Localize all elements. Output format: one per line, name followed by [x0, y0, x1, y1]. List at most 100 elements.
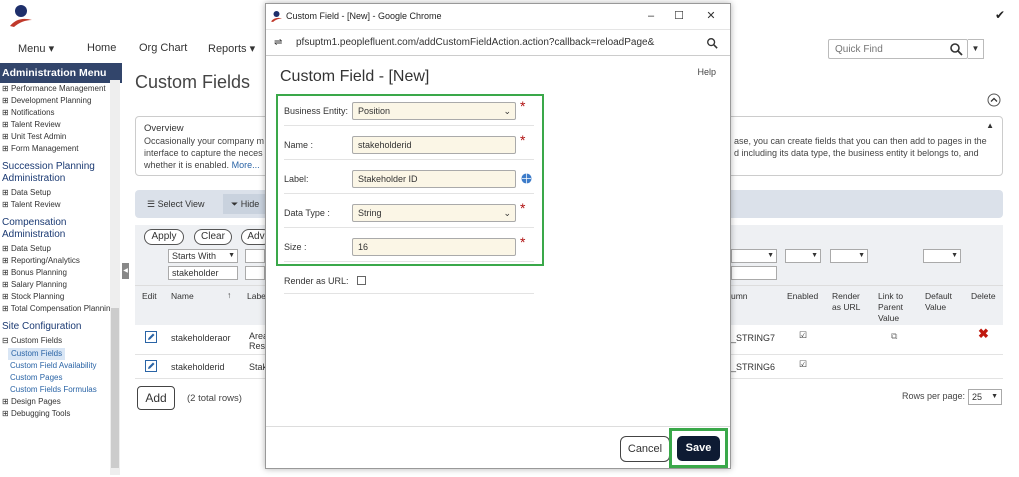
required-marker: * [520, 234, 526, 250]
sidebar-item[interactable]: ⊞ Debugging Tools [0, 408, 122, 420]
enabled-filter-select[interactable]: ▼ [785, 249, 821, 263]
sidebar-collapse-handle[interactable]: ◀ [122, 263, 129, 279]
overview-line-2: interface to capture the neces [144, 148, 263, 158]
maximize-icon[interactable]: ☐ [672, 9, 686, 23]
nav-home[interactable]: Home [87, 42, 116, 54]
nav-reports[interactable]: Reports ▾ [208, 42, 255, 55]
app-logo-icon [271, 11, 282, 22]
business-entity-select[interactable]: Position ⌄ [352, 102, 516, 120]
render-as-url-checkbox[interactable] [357, 276, 366, 285]
column-filter-input[interactable] [731, 266, 777, 280]
sidebar-item[interactable]: ⊞ Development Planning [0, 95, 122, 107]
overview-title: Overview [144, 123, 184, 134]
data-type-select[interactable]: String ⌄ [352, 204, 516, 222]
sidebar-item-label: Total Compensation Planning [10, 304, 115, 313]
label-input[interactable]: Stakeholder ID [352, 170, 516, 188]
sidebar-item[interactable]: ⊞ Unit Test Admin [0, 131, 122, 143]
translate-globe-icon[interactable] [521, 173, 532, 184]
sidebar-item[interactable]: ⊞ Reporting/Analytics [0, 255, 122, 267]
col-name[interactable]: Name [171, 291, 194, 302]
delete-icon[interactable]: ✖ [978, 327, 989, 340]
edit-icon[interactable] [145, 360, 157, 372]
apply-button[interactable]: Apply [144, 229, 184, 245]
filter-mode-select[interactable]: Starts With ▼ [168, 249, 238, 263]
filter-mode-value: Starts With [172, 251, 217, 261]
col-default-value: Default Value [925, 291, 952, 312]
rows-per-page-select[interactable]: 25 ▼ [968, 389, 1002, 405]
sidebar-item[interactable]: ⊞ Form Management [0, 143, 122, 155]
nav-org-chart[interactable]: Org Chart [139, 42, 187, 54]
quick-find-input[interactable] [829, 40, 939, 58]
search-icon[interactable] [949, 42, 963, 56]
sidebar-item[interactable]: ⊞ Talent Review [0, 199, 122, 211]
sidebar-scroll-thumb[interactable] [111, 308, 119, 468]
sidebar-item[interactable]: ⊞ Performance Management [0, 83, 122, 95]
edit-icon[interactable] [145, 331, 157, 343]
help-link[interactable]: Help [697, 67, 716, 77]
popup-window-title: Custom Field - [New] - Google Chrome [286, 11, 442, 21]
sidebar-item-label: Talent Review [10, 120, 61, 129]
minimize-icon[interactable]: – [644, 9, 658, 23]
chevron-down-icon: ⌄ [503, 208, 511, 218]
row-name: stakeholderaor [171, 333, 231, 343]
sidebar-item-label: Data Setup [10, 244, 51, 253]
chevron-down-icon: ▼ [858, 252, 865, 259]
popup-url[interactable]: pfsuptm1.peoplefluent.com/addCustomField… [296, 37, 654, 48]
sidebar-subitem[interactable]: Custom Fields Formulas [0, 384, 122, 396]
data-type-row: Data Type : String ⌄ * [284, 200, 534, 228]
zoom-icon[interactable] [706, 37, 718, 49]
render-url-filter-select[interactable]: ▼ [830, 249, 868, 263]
quick-find-dropdown[interactable]: ▼ [968, 39, 984, 59]
name-label: Name : [284, 140, 314, 150]
sidebar-subitem[interactable]: Custom Pages [0, 372, 122, 384]
cancel-button[interactable]: Cancel [620, 436, 670, 462]
column-filter-select[interactable]: ▼ [731, 249, 777, 263]
site-settings-icon[interactable]: ⇌ [274, 37, 282, 48]
sidebar-item[interactable]: ⊞ Stock Planning [0, 291, 122, 303]
collapse-up-icon[interactable] [987, 93, 1001, 107]
select-view-label: Select View [157, 199, 205, 209]
more-link[interactable]: More... [232, 160, 260, 170]
chevron-down-icon: ▼ [991, 393, 998, 400]
chevron-down-icon: ▼ [228, 252, 235, 259]
name-input[interactable]: stakeholderid [352, 136, 516, 154]
rows-per-page-value: 25 [972, 392, 983, 402]
sidebar-item[interactable]: ⊞ Data Setup [0, 243, 122, 255]
link-parent-icon[interactable]: ⧉ [891, 331, 897, 341]
add-button[interactable]: Add [137, 386, 175, 410]
label-filter-input[interactable] [245, 266, 265, 280]
sidebar-header: Administration Menu [0, 63, 122, 83]
size-input[interactable]: 16 [352, 238, 516, 256]
sidebar-item[interactable]: ⊞ Notifications [0, 107, 122, 119]
sidebar-item-label: Debugging Tools [10, 409, 71, 418]
sort-arrow-icon[interactable]: ↑ [227, 290, 231, 301]
label-filter-select[interactable] [245, 249, 265, 263]
filter-value-input[interactable]: stakeholder [168, 266, 238, 280]
nav-reports-label: Reports [208, 43, 247, 55]
sidebar-item[interactable]: ⊞ Bonus Planning [0, 267, 122, 279]
enabled-checked-icon: ☑ [799, 330, 808, 340]
select-view-button[interactable]: ☰ Select View [139, 194, 221, 214]
save-button[interactable]: Save [677, 436, 720, 461]
default-filter-select[interactable]: ▼ [923, 249, 961, 263]
sidebar-item[interactable]: ⊞ Total Compensation Planning [0, 303, 122, 315]
sidebar-item-label: Form Management [10, 144, 79, 153]
sidebar-item[interactable]: ⊞ Talent Review [0, 119, 122, 131]
hide-label: Hide [240, 199, 260, 209]
col-label[interactable]: Labe [247, 291, 266, 302]
hide-filter-button[interactable]: ⏷ Hide [223, 194, 267, 214]
col-column[interactable]: umn [731, 291, 748, 302]
sidebar-subitem-active[interactable]: Custom Fields [8, 348, 66, 360]
collapse-caret-icon[interactable]: ▲ [986, 121, 994, 130]
overview-line-2-right: d including its data type, the business … [734, 148, 979, 158]
sidebar-item[interactable]: ⊞ Data Setup [0, 187, 122, 199]
row-column: _STRING7 [731, 333, 776, 343]
clear-button[interactable]: Clear [194, 229, 232, 245]
nav-menu[interactable]: Menu ▾ [18, 42, 54, 55]
sidebar-item[interactable]: ⊟ Custom Fields [0, 335, 122, 347]
sidebar-item[interactable]: ⊞ Design Pages [0, 396, 122, 408]
sidebar-item[interactable]: ⊞ Salary Planning [0, 279, 122, 291]
close-icon[interactable]: ✕ [704, 9, 718, 23]
sidebar-subitem[interactable]: Custom Field Availability [0, 360, 122, 372]
render-as-url-label: Render as URL: [284, 276, 349, 286]
